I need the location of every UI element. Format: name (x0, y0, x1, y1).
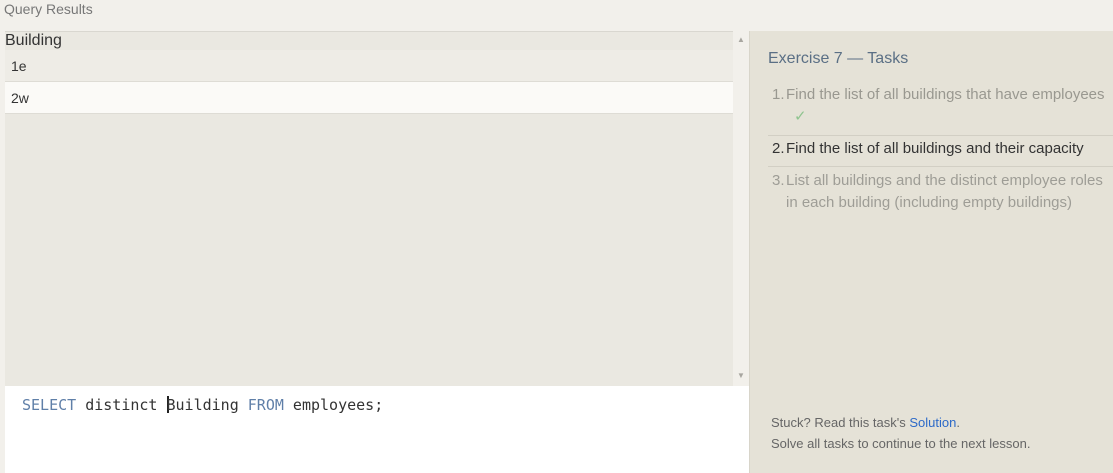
results-header-building[interactable]: Building (5, 32, 733, 50)
tasks-footer: Stuck? Read this task's Solution. Solve … (771, 412, 1030, 454)
task-item-2[interactable]: 2. Find the list of all buildings and th… (772, 138, 1106, 160)
continue-hint: Solve all tasks to continue to the next … (771, 436, 1031, 451)
task-item-3[interactable]: 3. List all buildings and the distinct e… (772, 170, 1106, 214)
task-text: Find the list of all buildings and their… (786, 140, 1084, 157)
task-text: List all buildings and the distinct empl… (786, 172, 1103, 211)
checkmark-icon: ✓ (794, 108, 807, 125)
solution-link[interactable]: Solution (909, 415, 956, 430)
table-row[interactable]: 2w (5, 82, 733, 114)
task-item-1[interactable]: 1. Find the list of all buildings that h… (772, 84, 1106, 128)
keyword-distinct: distinct (76, 396, 167, 414)
task-number: 2. (772, 140, 785, 157)
keyword-from: FROM (238, 396, 284, 414)
sql-editor[interactable]: SELECT distinct Building FROM employees; (5, 386, 749, 473)
top-bar: Query Results (0, 0, 1113, 31)
window-title: Query Results (4, 1, 93, 17)
table-name: employees; (283, 396, 384, 414)
stuck-period: . (956, 415, 960, 430)
tasks-panel: Exercise 7 — Tasks 1. Find the list of a… (749, 31, 1113, 473)
scroll-up-arrow-icon[interactable]: ▲ (733, 33, 749, 47)
task-number: 1. (772, 86, 785, 103)
stuck-line: Stuck? Read this task's Solution. (771, 412, 1030, 433)
tasks-title: Exercise 7 — Tasks (768, 50, 909, 67)
task-divider (768, 135, 1113, 136)
results-scrollbar[interactable]: ▲ ▼ (733, 31, 749, 386)
column-name: Building (166, 396, 239, 414)
query-results-panel: Building 1e 2w (5, 31, 733, 386)
task-number: 3. (772, 172, 785, 189)
stuck-text: Stuck? Read this task's (771, 415, 910, 430)
sql-code[interactable]: SELECT distinct Building FROM employees; (22, 396, 383, 414)
task-text: Find the list of all buildings that have… (786, 86, 1105, 103)
scroll-down-arrow-icon[interactable]: ▼ (733, 369, 749, 383)
keyword-select: SELECT (22, 396, 77, 414)
task-divider (768, 166, 1113, 167)
table-row[interactable]: 1e (5, 50, 733, 82)
